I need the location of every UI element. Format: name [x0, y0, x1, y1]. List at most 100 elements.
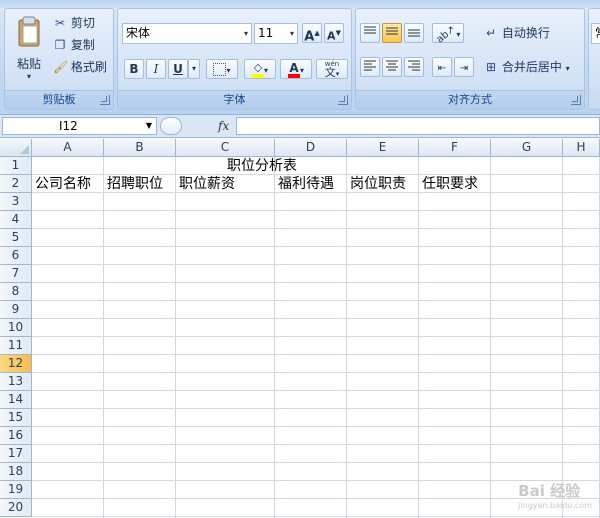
- paste-dropdown-icon[interactable]: ▾: [9, 72, 49, 81]
- column-header-d[interactable]: D: [275, 139, 347, 157]
- row-header-13[interactable]: 13: [0, 373, 32, 391]
- row-header-9[interactable]: 9: [0, 301, 32, 319]
- column-header-b[interactable]: B: [104, 139, 176, 157]
- insert-function-icon[interactable]: fx: [218, 117, 229, 135]
- name-box[interactable]: I12 ▼: [2, 117, 157, 135]
- row-header-6[interactable]: 6: [0, 247, 32, 265]
- title-cell[interactable]: 职位分析表: [32, 157, 492, 175]
- number-group: 常: [588, 8, 600, 110]
- scissors-icon: ✂: [54, 16, 66, 30]
- font-dialog-launcher-icon[interactable]: [338, 95, 348, 105]
- header-cell-position[interactable]: 招聘职位: [104, 175, 163, 193]
- orientation-button[interactable]: ab↗▾: [432, 23, 464, 46]
- decrease-indent-button[interactable]: ⇤: [432, 57, 452, 77]
- header-cell-duties[interactable]: 岗位职责: [347, 175, 406, 193]
- row-header-7[interactable]: 7: [0, 265, 32, 283]
- wrap-text-button[interactable]: ↵ 自动换行: [484, 23, 550, 43]
- copy-label: 复制: [70, 38, 95, 52]
- row-header-3[interactable]: 3: [0, 193, 32, 211]
- alignment-dialog-launcher-icon[interactable]: [571, 95, 581, 105]
- column-header-c[interactable]: C: [176, 139, 275, 157]
- border-icon: [213, 63, 227, 76]
- row-header-8[interactable]: 8: [0, 283, 32, 301]
- name-box-dropdown-icon[interactable]: ▼: [146, 118, 152, 134]
- grid-row-line: [32, 426, 600, 427]
- align-center-icon: [386, 60, 398, 71]
- align-center-button[interactable]: [382, 57, 402, 77]
- header-cell-benefits[interactable]: 福利待遇: [275, 175, 334, 193]
- phonetic-label: 文: [324, 66, 336, 79]
- font-color-button[interactable]: A▾: [280, 59, 312, 79]
- copy-button[interactable]: ❐ 复制: [53, 35, 95, 55]
- cut-button[interactable]: ✂ 剪切: [53, 13, 95, 33]
- font-name-dropdown-icon[interactable]: ▾: [244, 24, 248, 43]
- header-cell-company[interactable]: 公司名称: [32, 175, 91, 193]
- grid-row-line: [32, 444, 600, 445]
- row-header-5[interactable]: 5: [0, 229, 32, 247]
- underline-button[interactable]: U: [168, 59, 188, 79]
- row-header-10[interactable]: 10: [0, 319, 32, 337]
- copy-icon: ❐: [54, 38, 66, 52]
- align-middle-button[interactable]: [382, 23, 402, 43]
- align-right-button[interactable]: [404, 57, 424, 77]
- increase-indent-icon: ⇥: [459, 63, 469, 74]
- header-cell-requirements[interactable]: 任职要求: [419, 175, 478, 193]
- column-header-a[interactable]: A: [32, 139, 104, 157]
- phonetic-button[interactable]: wén 文▾: [316, 59, 348, 79]
- formula-input[interactable]: [236, 117, 600, 135]
- font-size-combo[interactable]: 11 ▾: [254, 23, 298, 44]
- grid-row-line: [32, 390, 600, 391]
- increase-indent-button[interactable]: ⇥: [454, 57, 474, 77]
- number-format-combo[interactable]: 常: [591, 23, 600, 44]
- grid-row-line: [32, 336, 600, 337]
- formula-bar: I12 ▼ fx: [0, 115, 600, 138]
- merge-center-label: 合并后居中: [501, 60, 562, 74]
- font-size-value: 11: [258, 26, 274, 40]
- row-header-2[interactable]: 2: [0, 175, 32, 193]
- font-name-combo[interactable]: 宋体 ▾: [122, 23, 252, 44]
- row-header-16[interactable]: 16: [0, 427, 32, 445]
- row-header-11[interactable]: 11: [0, 337, 32, 355]
- watermark-url: jingyan.baidu.com: [518, 501, 592, 510]
- row-header-12[interactable]: 12: [0, 355, 32, 373]
- font-size-dropdown-icon[interactable]: ▾: [290, 24, 294, 43]
- name-box-value: I12: [59, 119, 78, 133]
- grow-font-button[interactable]: A▲: [302, 23, 322, 44]
- row-header-1[interactable]: 1: [0, 157, 32, 175]
- merge-dropdown-icon[interactable]: ▾: [566, 64, 570, 73]
- align-top-button[interactable]: [360, 23, 380, 43]
- font-group: 宋体 ▾ 11 ▾ A▲ A▼ B I U ▾ ▾ ◇ ▾ A▾ wén 文▾ 字…: [117, 8, 352, 110]
- font-name-value: 宋体: [126, 26, 151, 40]
- bold-button[interactable]: B: [124, 59, 144, 79]
- row-header-14[interactable]: 14: [0, 391, 32, 409]
- shrink-font-button[interactable]: A▼: [324, 23, 344, 43]
- row-header-18[interactable]: 18: [0, 463, 32, 481]
- column-header-h[interactable]: H: [563, 139, 600, 157]
- grid-row-line: [32, 372, 600, 373]
- fill-color-button[interactable]: ◇ ▾: [244, 59, 276, 79]
- column-header-g[interactable]: G: [491, 139, 563, 157]
- align-left-icon: [364, 60, 376, 71]
- italic-button[interactable]: I: [146, 59, 166, 79]
- row-header-17[interactable]: 17: [0, 445, 32, 463]
- row-header-19[interactable]: 19: [0, 481, 32, 499]
- row-header-4[interactable]: 4: [0, 211, 32, 229]
- row-header-15[interactable]: 15: [0, 409, 32, 427]
- header-cell-salary[interactable]: 职位薪资: [176, 175, 235, 193]
- formula-bar-expand-handle[interactable]: [160, 117, 182, 135]
- brush-icon: 🖌: [53, 60, 69, 74]
- grid-column-line: [274, 157, 275, 518]
- column-header-e[interactable]: E: [347, 139, 419, 157]
- clipboard-dialog-launcher-icon[interactable]: [100, 95, 110, 105]
- row-header-20[interactable]: 20: [0, 499, 32, 517]
- align-bottom-button[interactable]: [404, 23, 424, 43]
- select-all-button[interactable]: [0, 139, 32, 157]
- align-left-button[interactable]: [360, 57, 380, 77]
- border-button[interactable]: ▾: [206, 59, 238, 79]
- paste-button[interactable]: 粘贴 ▾: [9, 13, 49, 87]
- underline-dropdown-icon[interactable]: ▾: [188, 59, 200, 79]
- grid-row-line: [32, 408, 600, 409]
- merge-center-button[interactable]: ⊞ 合并后居中 ▾: [484, 57, 570, 77]
- column-header-f[interactable]: F: [419, 139, 491, 157]
- format-painter-button[interactable]: 🖌 格式刷: [53, 57, 107, 77]
